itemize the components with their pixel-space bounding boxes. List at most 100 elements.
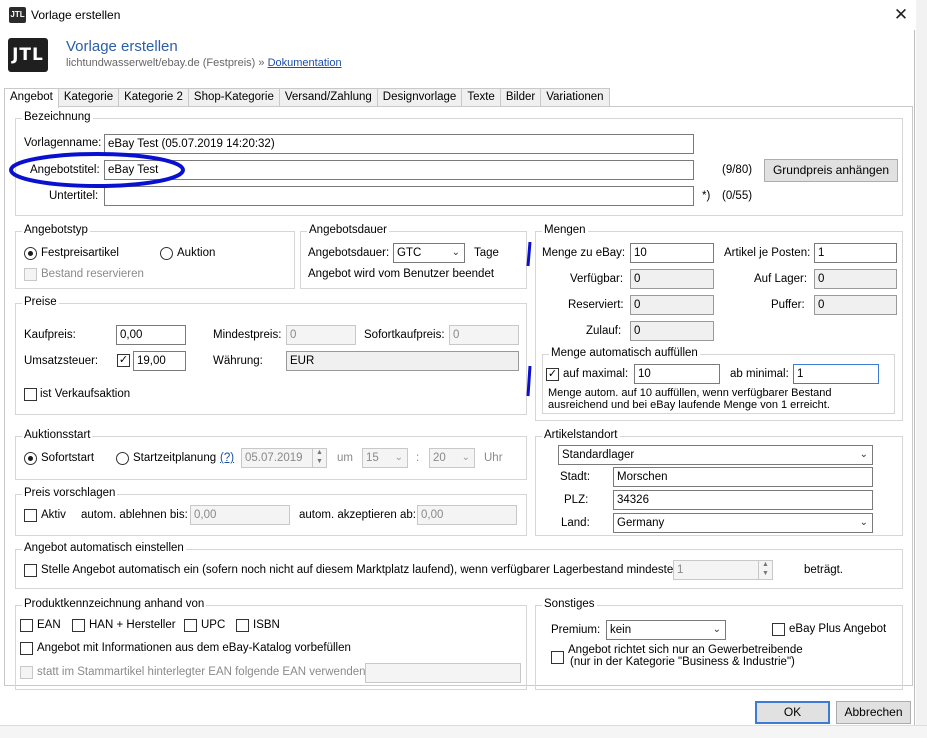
auffuellen-note-line1: Menge autom. auf 10 auffüllen, wenn verf…	[548, 387, 832, 399]
ebay-plus-checkbox[interactable]	[772, 623, 785, 636]
kaufpreis-label: Kaufpreis:	[24, 329, 76, 341]
upc-checkbox[interactable]	[184, 619, 197, 632]
group-angebotstyp: Angebotstyp	[15, 224, 295, 289]
auf-maximal-checkbox[interactable]: ✓	[546, 368, 559, 381]
tab-versand-zahlung[interactable]: Versand/Zahlung	[278, 88, 378, 107]
umsatzsteuer-input[interactable]: 19,00	[133, 351, 186, 371]
tab-kategorie[interactable]: Kategorie	[57, 88, 120, 107]
katalog-label: Angebot mit Informationen aus dem eBay-K…	[37, 642, 351, 654]
upc-label: UPC	[201, 619, 226, 631]
sofortkaufpreis-label: Sofortkaufpreis:	[364, 329, 445, 341]
annotation-circle	[9, 152, 185, 188]
auktion-radio[interactable]	[160, 247, 173, 260]
background-window-edge	[916, 0, 927, 738]
kaufpreis-input[interactable]: 0,00	[116, 325, 186, 345]
zulauf-field: 0	[630, 321, 714, 341]
lager-select[interactable]: Standardlager ⌄	[558, 445, 873, 465]
stadt-input[interactable]: Morschen	[613, 467, 873, 487]
verfuegbar-field: 0	[630, 269, 714, 289]
startzeitplanung-radio[interactable]	[116, 452, 129, 465]
tab-angebot[interactable]: Angebot	[4, 88, 59, 108]
chevron-down-icon: ⌄	[859, 517, 868, 528]
gewerbe-checkbox[interactable]	[551, 651, 564, 664]
annotation-marks	[526, 241, 532, 397]
angebotsdauer-label: Angebotsdauer:	[308, 247, 390, 259]
startzeitplanung-label: Startzeitplanung	[133, 452, 217, 464]
minute-select[interactable]: 20 ⌄	[429, 448, 475, 468]
abbrechen-button[interactable]: Abbrechen	[836, 701, 911, 724]
umsatzsteuer-label: Umsatzsteuer:	[24, 355, 99, 367]
ok-button[interactable]: OK	[755, 701, 830, 724]
help-link[interactable]: (?)	[220, 452, 234, 464]
puffer-label: Puffer:	[771, 299, 805, 311]
window-title: Vorlage erstellen	[31, 8, 121, 22]
grundpreis-anhaengen-button[interactable]: Grundpreis anhängen	[764, 159, 898, 182]
land-select[interactable]: Germany ⌄	[613, 513, 873, 533]
datum-spinner-icon[interactable]: ▲ ▼	[312, 448, 326, 468]
bestand-reservieren-checkbox[interactable]	[24, 268, 37, 281]
mindestpreis-label: Mindestpreis:	[213, 329, 282, 341]
han-checkbox[interactable]	[72, 619, 85, 632]
artikel-je-posten-input[interactable]: 1	[814, 243, 897, 263]
stunde-select[interactable]: 15 ⌄	[362, 448, 408, 468]
auf-maximal-label: auf maximal:	[563, 368, 629, 380]
ab-minimal-input[interactable]: 1	[793, 364, 879, 384]
group-title-produktkennzeichnung: Produktkennzeichnung anhand von	[22, 598, 207, 610]
tab-bilder[interactable]: Bilder	[499, 88, 542, 107]
verfuegbar-label: Verfügbar:	[570, 273, 624, 285]
angebot-auto-suffix: beträgt.	[804, 564, 843, 576]
stadt-label: Stadt:	[560, 471, 591, 483]
page-subtitle: lichtundwasserwelt/ebay.de (Festpreis) »…	[66, 57, 342, 69]
festpreis-radio[interactable]	[24, 247, 37, 260]
reserviert-label: Reserviert:	[568, 299, 624, 311]
tab-kategorie-2[interactable]: Kategorie 2	[118, 88, 189, 107]
tab-variationen[interactable]: Variationen	[540, 88, 610, 107]
artikel-je-posten-label: Artikel je Posten:	[724, 247, 811, 259]
group-title-bezeichnung: Bezeichnung	[22, 111, 93, 123]
tab-shop-kategorie[interactable]: Shop-Kategorie	[187, 88, 280, 107]
akzeptieren-input[interactable]: 0,00	[417, 505, 517, 525]
ablehnen-label: autom. ablehnen bis:	[81, 509, 188, 521]
sofortkaufpreis-input[interactable]: 0	[449, 325, 519, 345]
lagerbestand-spinner-icon[interactable]: ▲ ▼	[758, 560, 772, 580]
angebot-auto-label: Stelle Angebot automatisch ein (sofern n…	[41, 564, 686, 576]
chevron-down-icon: ⌄	[461, 452, 470, 463]
umsatzsteuer-checkbox[interactable]: ✓	[117, 354, 130, 367]
angebot-auto-checkbox[interactable]	[24, 564, 37, 577]
plz-input[interactable]: 34326	[613, 490, 873, 510]
mindestpreis-input[interactable]: 0	[286, 325, 356, 345]
menge-ebay-input[interactable]: 10	[630, 243, 714, 263]
land-value: Germany	[617, 517, 665, 529]
tab-bar: Angebot Kategorie Kategorie 2 Shop-Kateg…	[4, 88, 610, 108]
ablehnen-input[interactable]: 0,00	[190, 505, 290, 525]
auf-maximal-input[interactable]: 10	[634, 364, 720, 384]
akzeptieren-label: autom. akzeptieren ab:	[299, 509, 416, 521]
group-title-preis-vorschlagen: Preis vorschlagen	[22, 487, 118, 499]
dialog-window: JTL Vorlage erstellen ✕ JTL Vorlage erst…	[0, 0, 915, 738]
close-icon[interactable]: ✕	[888, 3, 914, 27]
auktion-label: Auktion	[177, 247, 216, 259]
angebotstitel-counter: (9/80)	[722, 164, 753, 176]
isbn-checkbox[interactable]	[236, 619, 249, 632]
verkaufsaktion-checkbox[interactable]	[24, 388, 37, 401]
premium-select[interactable]: kein ⌄	[606, 620, 726, 640]
stamm-ean-input[interactable]	[365, 663, 521, 683]
uhr-label: Uhr	[484, 452, 503, 464]
subtitle-separator: »	[258, 57, 265, 69]
sofortstart-radio[interactable]	[24, 452, 37, 465]
ean-checkbox[interactable]	[20, 619, 33, 632]
tab-texte[interactable]: Texte	[461, 88, 501, 107]
tab-designvorlage[interactable]: Designvorlage	[376, 88, 463, 107]
katalog-checkbox[interactable]	[20, 642, 33, 655]
group-title-angebotstyp: Angebotstyp	[22, 224, 90, 236]
preisvorschlag-aktiv-checkbox[interactable]	[24, 509, 37, 522]
chevron-down-icon: ⌄	[451, 247, 460, 258]
stamm-ean-checkbox[interactable]	[20, 666, 33, 679]
angebotsdauer-select[interactable]: GTC ⌄	[393, 243, 465, 263]
page-title: Vorlage erstellen	[66, 38, 178, 55]
waehrung-label: Währung:	[213, 355, 263, 367]
documentation-link[interactable]: Dokumentation	[268, 57, 342, 69]
auf-lager-field: 0	[814, 269, 897, 289]
stunde-value: 15	[366, 452, 379, 464]
untertitel-counter: (0/55)	[722, 190, 753, 202]
